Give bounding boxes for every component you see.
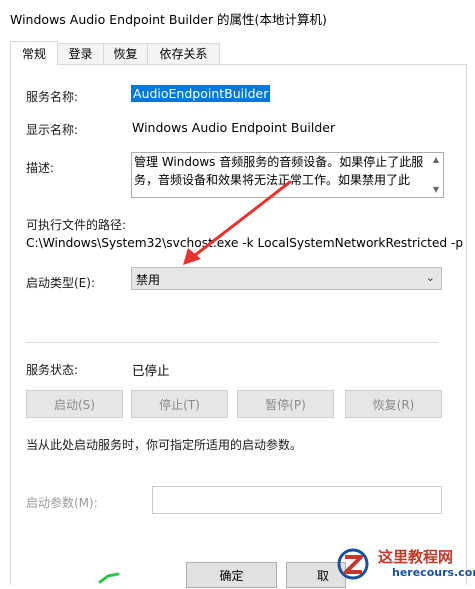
pause-button[interactable]: 暂停(P)	[237, 390, 334, 418]
description-text: 管理 Windows 音频服务的音频设备。如果停止了此服务，音频设备和效果将无法…	[134, 155, 424, 187]
exe-path-value[interactable]: C:\Windows\System32\svchost.exe -k Local…	[26, 236, 463, 250]
resume-button[interactable]: 恢复(R)	[345, 390, 442, 418]
description-label: 描述:	[26, 161, 55, 175]
watermark-site-domain: herecours.com	[392, 566, 475, 579]
site-watermark: 这里教程网 herecours.com	[334, 544, 475, 584]
start-button[interactable]: 启动(S)	[26, 390, 123, 418]
watermark-site-name: 这里教程网	[378, 548, 454, 566]
service-status-value: 已停止	[132, 363, 170, 378]
startup-type-select[interactable]: 禁用 ⌄	[131, 267, 442, 290]
green-highlight-mark	[98, 572, 120, 584]
chevron-down-icon: ⌄	[425, 271, 435, 284]
section-divider	[26, 342, 438, 343]
ok-button[interactable]: 确定	[186, 562, 277, 588]
service-name-value[interactable]: AudioEndpointBuilder	[131, 85, 271, 102]
description-box[interactable]: 管理 Windows 音频服务的音频设备。如果停止了此服务，音频设备和效果将无法…	[131, 152, 444, 198]
service-name-selected-text: AudioEndpointBuilder	[131, 85, 271, 102]
tab-recovery[interactable]: 恢复	[103, 43, 148, 65]
exe-path-label: 可执行文件的路径:	[26, 218, 127, 232]
startup-type-selected: 禁用	[136, 273, 161, 287]
stop-button[interactable]: 停止(T)	[131, 390, 228, 418]
window-title: Windows Audio Endpoint Builder 的属性(本地计算机…	[10, 12, 327, 27]
tab-general[interactable]: 常规	[10, 41, 58, 66]
service-status-label: 服务状态:	[26, 363, 79, 377]
startup-type-label: 启动类型(E):	[26, 276, 95, 290]
watermark-logo-icon	[337, 548, 369, 580]
scroll-up-icon[interactable]: ▲	[431, 155, 441, 165]
display-name-label: 显示名称:	[26, 123, 79, 137]
description-scrollbar[interactable]: ▲ ▼	[429, 153, 443, 197]
start-params-input[interactable]	[152, 486, 442, 514]
start-params-hint: 当从此处启动服务时，你可指定所适用的启动参数。	[26, 438, 303, 452]
title-bar[interactable]: Windows Audio Endpoint Builder 的属性(本地计算机…	[0, 0, 475, 34]
scroll-down-icon[interactable]: ▼	[431, 185, 441, 195]
start-params-label: 启动参数(M):	[26, 496, 98, 510]
tab-dependencies[interactable]: 依存关系	[147, 43, 220, 65]
display-name-value[interactable]: Windows Audio Endpoint Builder	[132, 120, 335, 135]
tab-logon[interactable]: 登录	[57, 43, 104, 65]
service-name-label: 服务名称:	[26, 90, 79, 104]
